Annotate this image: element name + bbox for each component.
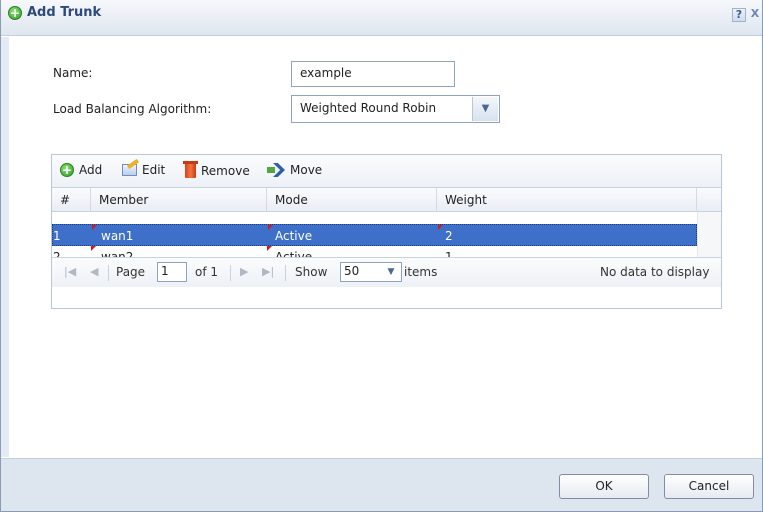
ok-button[interactable]: OK	[559, 474, 649, 499]
previous-page-icon[interactable]: ◀	[90, 265, 98, 278]
row-mode: Active	[275, 229, 313, 243]
column-header-member[interactable]: Member	[91, 188, 267, 212]
table-row[interactable]: 1 wan1 Active 2	[52, 224, 697, 246]
edit-icon	[122, 164, 137, 176]
remove-button[interactable]: Remove	[183, 161, 250, 178]
page-count-label: of 1	[195, 265, 219, 279]
algorithm-select[interactable]: Weighted Round Robin ▼	[291, 95, 500, 123]
cancel-button[interactable]: Cancel	[664, 474, 754, 499]
column-header-mode[interactable]: Mode	[267, 188, 437, 212]
title-bar[interactable]: + Add Trunk ? X	[1, 0, 762, 36]
pager-divider	[285, 265, 286, 281]
grid-toolbar: + Add Edit Remove Move	[52, 155, 721, 188]
last-page-icon[interactable]: ▶|	[262, 265, 274, 278]
help-button[interactable]: ?	[732, 8, 746, 22]
column-header-number[interactable]: #	[52, 188, 91, 212]
move-label: Move	[290, 163, 323, 177]
dialog-footer: OK Cancel	[1, 458, 762, 511]
name-label: Name:	[53, 66, 93, 80]
items-label: items	[404, 265, 438, 279]
next-page-icon[interactable]: ▶	[240, 265, 248, 278]
page-number-input[interactable]: 1	[157, 262, 187, 282]
algorithm-value: Weighted Round Robin	[300, 101, 437, 115]
left-edge-strip	[1, 37, 9, 457]
add-icon: +	[8, 6, 22, 20]
row-number: 1	[53, 229, 61, 243]
edit-button[interactable]: Edit	[122, 163, 165, 177]
add-label: Add	[79, 163, 103, 177]
first-page-icon[interactable]: |◀	[64, 265, 76, 278]
pagination-bar: |◀ ◀ Page 1 of 1 ▶ ▶| Show 50 ▼ items No…	[52, 257, 721, 287]
table-header: # Member Mode Weight	[52, 188, 721, 212]
trash-icon	[183, 161, 198, 178]
member-grid: + Add Edit Remove Move # Member Mode Wei…	[51, 154, 722, 309]
dialog-title: Add Trunk	[27, 5, 102, 20]
close-button[interactable]: X	[749, 8, 761, 22]
page-label: Page	[116, 265, 146, 279]
add-button[interactable]: + Add	[60, 163, 102, 177]
edit-label: Edit	[142, 163, 166, 177]
column-header-weight[interactable]: Weight	[437, 188, 697, 212]
row-weight: 2	[445, 229, 453, 243]
algorithm-label: Load Balancing Algorithm:	[53, 102, 212, 116]
add-trunk-dialog: + Add Trunk ? X Name: example Load Balan…	[0, 0, 763, 512]
show-label: Show	[295, 265, 328, 279]
pager-status: No data to display	[600, 265, 710, 279]
pager-divider	[230, 265, 231, 281]
add-icon: +	[60, 163, 74, 177]
remove-label: Remove	[201, 163, 250, 178]
chevron-down-icon[interactable]: ▼	[382, 262, 400, 282]
name-input[interactable]: example	[291, 61, 455, 87]
row-member: wan1	[101, 229, 134, 243]
grid-scroll-area[interactable]	[697, 212, 721, 257]
pager-divider	[108, 265, 109, 281]
move-button[interactable]: Move	[267, 163, 322, 177]
move-icon	[267, 163, 285, 177]
chevron-down-icon[interactable]: ▼	[472, 97, 498, 121]
